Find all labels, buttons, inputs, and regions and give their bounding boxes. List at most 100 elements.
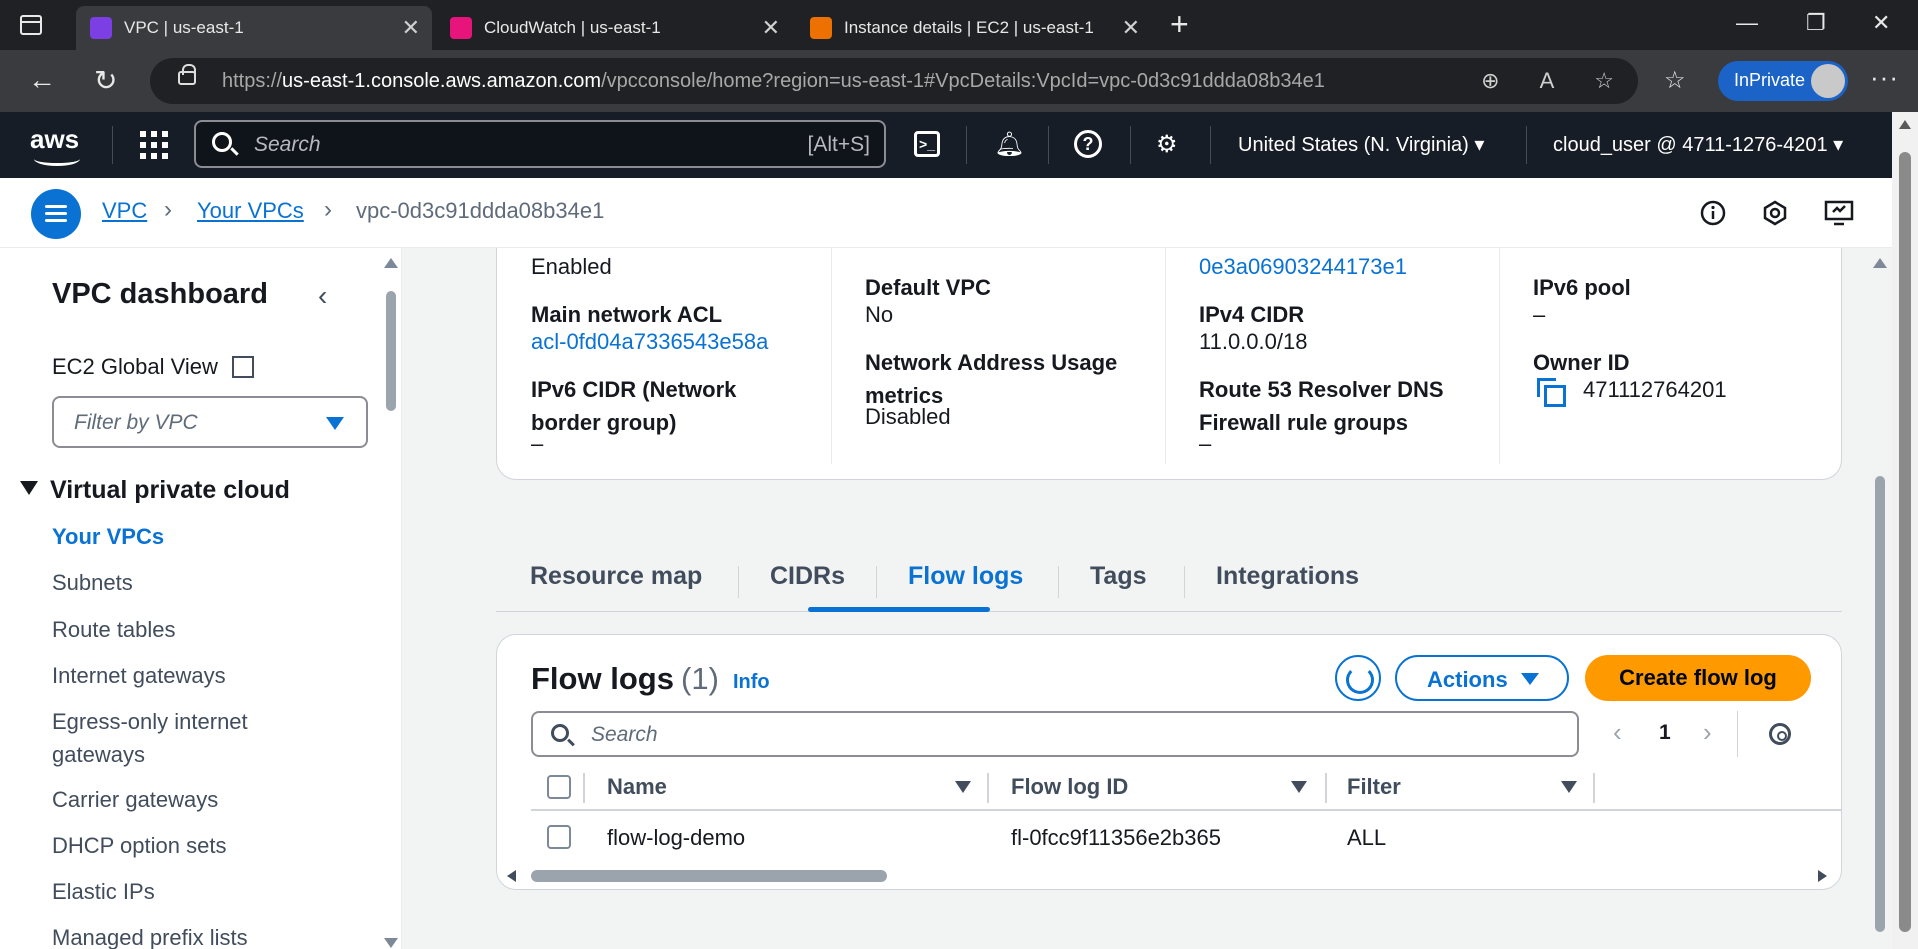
window-menu-icon[interactable] bbox=[20, 15, 42, 35]
tab-tags[interactable]: Tags bbox=[1090, 562, 1147, 591]
chevron-left-icon[interactable]: ‹ bbox=[1613, 717, 1622, 748]
close-icon[interactable]: ✕ bbox=[402, 15, 420, 41]
scroll-up-icon[interactable] bbox=[1899, 120, 1911, 129]
sidebar-item-elastic-ips[interactable]: Elastic IPs bbox=[52, 875, 155, 908]
inprivate-button[interactable]: InPrivate bbox=[1718, 61, 1848, 101]
table-horizontal-scrollbar[interactable] bbox=[507, 867, 1827, 883]
page-scrollbar[interactable] bbox=[1892, 112, 1918, 949]
scroll-down-icon[interactable] bbox=[384, 938, 398, 948]
sidebar-item-route-tables[interactable]: Route tables bbox=[52, 613, 176, 646]
security-icon[interactable] bbox=[1762, 200, 1788, 226]
sidebar-item-subnets[interactable]: Subnets bbox=[52, 566, 133, 599]
gear-icon[interactable] bbox=[1769, 723, 1791, 745]
divider[interactable] bbox=[1593, 773, 1595, 803]
nau-metrics-value: Disabled bbox=[865, 404, 951, 429]
info-icon[interactable] bbox=[1700, 200, 1726, 226]
search-input[interactable]: Search [Alt+S] bbox=[194, 120, 886, 168]
chevron-right-icon[interactable]: › bbox=[1703, 717, 1712, 748]
sidebar-scrollbar[interactable] bbox=[384, 258, 398, 948]
row-checkbox[interactable] bbox=[547, 825, 571, 849]
minimize-icon[interactable]: — bbox=[1736, 10, 1758, 36]
owner-id-value: 471112764201 bbox=[1583, 377, 1727, 402]
services-grid-icon[interactable] bbox=[140, 131, 168, 159]
browser-tab-cloudwatch[interactable]: CloudWatch | us-east-1 ✕ bbox=[436, 6, 792, 50]
breadcrumb-your-vpcs[interactable]: Your VPCs bbox=[197, 198, 304, 224]
sidebar-section-virtual-private-cloud[interactable]: Virtual private cloud bbox=[20, 476, 290, 505]
sidebar-item-dhcp-option-sets[interactable]: DHCP option sets bbox=[52, 829, 226, 862]
region-selector[interactable]: United States (N. Virginia) ▾ bbox=[1238, 132, 1484, 157]
column-header-filter[interactable]: Filter bbox=[1347, 774, 1401, 800]
sidebar-item-internet-gateways[interactable]: Internet gateways bbox=[52, 659, 226, 692]
more-options-icon[interactable]: ··· bbox=[1870, 62, 1899, 93]
content-scrollbar[interactable] bbox=[1872, 258, 1888, 938]
sort-icon[interactable] bbox=[1561, 781, 1577, 793]
back-arrow-icon[interactable]: ← bbox=[28, 64, 56, 96]
tab-resource-map[interactable]: Resource map bbox=[530, 562, 702, 591]
scroll-thumb[interactable] bbox=[1875, 476, 1885, 932]
restore-icon[interactable]: ❐ bbox=[1806, 10, 1826, 36]
gear-icon[interactable]: ⚙ bbox=[1156, 130, 1178, 159]
column-header-flow-log-id[interactable]: Flow log ID bbox=[1011, 774, 1128, 800]
cloudshell-icon[interactable]: >_ bbox=[914, 131, 940, 157]
reload-icon[interactable]: ↻ bbox=[94, 64, 117, 97]
table-row[interactable]: flow-log-demo fl-0fcc9f11356e2b365 ALL bbox=[531, 813, 1841, 861]
tab-label: CloudWatch | us-east-1 bbox=[484, 18, 661, 37]
vpc-filter-select[interactable]: Filter by VPC bbox=[52, 396, 368, 448]
page-number[interactable]: 1 bbox=[1659, 721, 1671, 745]
column-header-name[interactable]: Name bbox=[607, 774, 667, 800]
breadcrumb-current: vpc-0d3c91ddda08b34e1 bbox=[356, 198, 605, 223]
browser-tab-vpc[interactable]: VPC | us-east-1 ✕ bbox=[76, 6, 432, 50]
divider[interactable] bbox=[987, 773, 989, 803]
refresh-button[interactable] bbox=[1335, 655, 1381, 701]
address-bar[interactable]: https://us-east-1.console.aws.amazon.com… bbox=[150, 58, 1638, 104]
select-all-checkbox[interactable] bbox=[547, 775, 571, 799]
copy-icon[interactable] bbox=[1537, 378, 1566, 407]
new-tab-button[interactable]: + bbox=[1170, 6, 1189, 43]
account-label: cloud_user @ 4711-1276-4201 bbox=[1553, 134, 1828, 156]
resource-id-link[interactable]: 0e3a06903244173e1 bbox=[1199, 250, 1407, 283]
feedback-icon[interactable] bbox=[1824, 200, 1854, 226]
scroll-thumb[interactable] bbox=[1899, 152, 1911, 932]
scroll-thumb[interactable] bbox=[531, 870, 887, 882]
create-flow-log-button[interactable]: Create flow log bbox=[1585, 655, 1811, 701]
main-acl-link[interactable]: acl-0fd04a7336543e58a bbox=[531, 325, 768, 358]
flow-logs-search-input[interactable]: Search bbox=[531, 711, 1579, 757]
favorite-star-icon[interactable]: ☆ bbox=[1594, 68, 1614, 94]
tab-flow-logs[interactable]: Flow logs bbox=[908, 562, 1023, 591]
ipv4-cidr-value: 11.0.0.0/18 bbox=[1199, 329, 1308, 354]
sidebar-item-egress-only-internet-gateways[interactable]: Egress-only internet gateways bbox=[52, 705, 312, 771]
scroll-right-icon[interactable] bbox=[1818, 870, 1827, 882]
search-placeholder: Search bbox=[591, 723, 658, 746]
chevron-left-icon[interactable]: ‹ bbox=[318, 280, 327, 312]
close-window-icon[interactable]: ✕ bbox=[1872, 10, 1890, 36]
tab-cidrs[interactable]: CIDRs bbox=[770, 562, 845, 591]
sidebar-item-carrier-gateways[interactable]: Carrier gateways bbox=[52, 783, 218, 816]
close-icon[interactable]: ✕ bbox=[1122, 15, 1140, 41]
browser-tab-ec2[interactable]: Instance details | EC2 | us-east-1 ✕ bbox=[796, 6, 1152, 50]
account-menu[interactable]: cloud_user @ 4711-1276-4201 ▾ bbox=[1553, 132, 1843, 157]
sort-icon[interactable] bbox=[1291, 781, 1307, 793]
help-icon[interactable]: ? bbox=[1074, 130, 1102, 158]
sidebar-item-ec2-global-view[interactable]: EC2 Global View bbox=[52, 354, 218, 380]
divider[interactable] bbox=[1325, 773, 1327, 803]
read-aloud-icon[interactable]: A bbox=[1540, 68, 1555, 94]
close-icon[interactable]: ✕ bbox=[762, 15, 780, 41]
scroll-thumb[interactable] bbox=[386, 291, 396, 411]
zoom-icon[interactable]: ⊕ bbox=[1481, 68, 1499, 94]
scroll-up-icon[interactable] bbox=[384, 258, 398, 268]
info-link[interactable]: Info bbox=[733, 671, 770, 694]
scroll-up-icon[interactable] bbox=[1873, 258, 1887, 268]
actions-button[interactable]: Actions bbox=[1395, 655, 1569, 701]
tab-integrations[interactable]: Integrations bbox=[1216, 562, 1359, 591]
sidebar-item-managed-prefix-lists[interactable]: Managed prefix lists bbox=[52, 921, 248, 949]
url-scheme: https:// bbox=[222, 70, 283, 92]
aws-logo[interactable]: aws bbox=[30, 124, 90, 166]
bell-icon[interactable]: 🔔︎ bbox=[994, 130, 1024, 159]
menu-toggle-button[interactable] bbox=[31, 189, 81, 239]
favorites-icon[interactable]: ☆ bbox=[1664, 66, 1686, 95]
sort-icon[interactable] bbox=[955, 781, 971, 793]
url-text[interactable]: https://us-east-1.console.aws.amazon.com… bbox=[222, 70, 1325, 93]
breadcrumb-vpc[interactable]: VPC bbox=[102, 198, 147, 224]
scroll-left-icon[interactable] bbox=[507, 870, 516, 882]
sidebar-item-your-vpcs[interactable]: Your VPCs bbox=[52, 520, 164, 553]
